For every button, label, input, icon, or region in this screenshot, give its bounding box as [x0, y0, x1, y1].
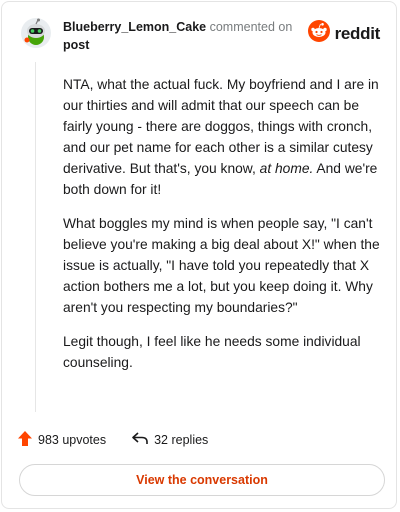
reply-arrow-icon [132, 432, 148, 448]
thread-line[interactable] [35, 62, 36, 412]
reddit-logo[interactable]: reddit [307, 20, 381, 47]
username-link[interactable]: Blueberry_Lemon_Cake [63, 20, 206, 34]
comment-paragraph: NTA, what the actual fuck. My boyfriend … [63, 77, 379, 197]
reddit-alien-icon [307, 20, 330, 47]
view-conversation-button[interactable]: View the conversation [19, 464, 385, 496]
comment-paragraph: Legit though, I feel like he needs some … [63, 334, 361, 370]
user-avatar-icon[interactable] [21, 18, 51, 48]
reply-button[interactable]: 32 replies [132, 432, 208, 448]
upvote-button[interactable]: 983 upvotes [18, 431, 106, 449]
upvote-arrow-icon [18, 431, 32, 449]
reply-count: 32 replies [154, 433, 209, 447]
comment-body: NTA, what the actual fuck. My boyfriend … [63, 74, 381, 386]
post-link[interactable]: post [63, 36, 303, 54]
action-text: commented on [209, 20, 293, 34]
comment-actions: 983 upvotes 32 replies [18, 431, 234, 449]
comment-paragraph: What boggles my mind is when people say,… [63, 216, 380, 315]
comment-card: Blueberry_Lemon_Cake commented on post r… [1, 1, 397, 509]
logo-text: reddit [334, 23, 381, 43]
upvote-count: 983 upvotes [38, 433, 107, 447]
comment-meta: Blueberry_Lemon_Cake commented on post [63, 18, 303, 54]
